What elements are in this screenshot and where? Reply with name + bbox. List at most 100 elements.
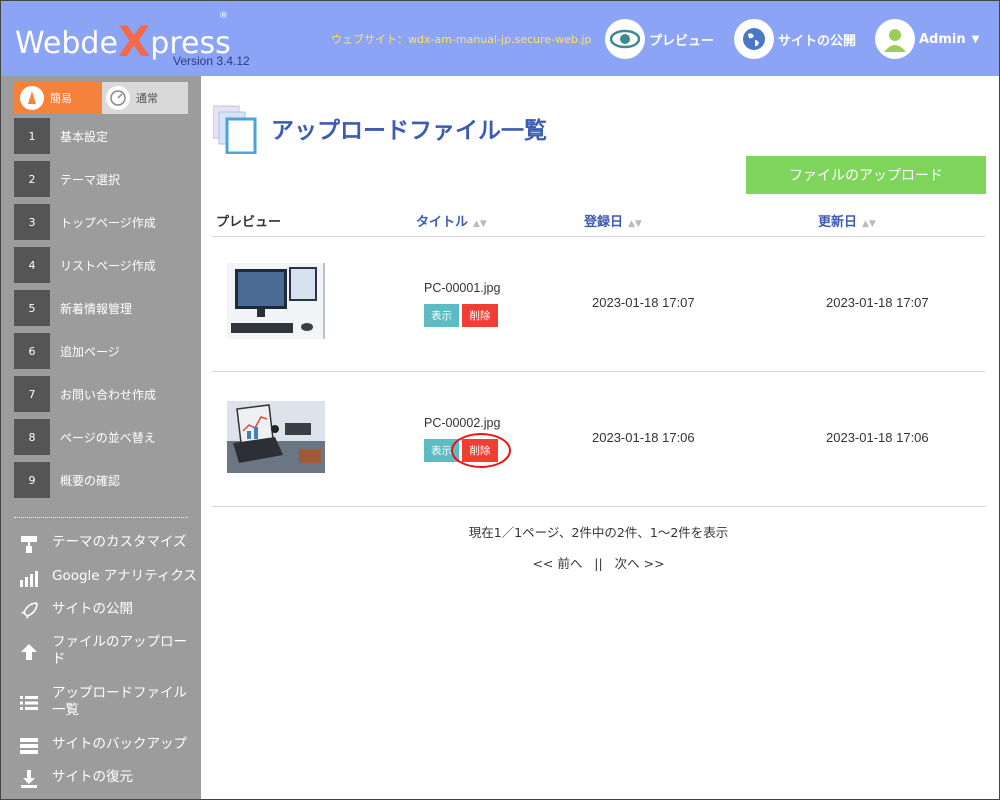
tool-uploaded-file-list[interactable]: アップロードファイル一覧: [17, 685, 197, 719]
tool-label: サイトの復元: [52, 769, 133, 785]
page-title: アップロードファイル一覧: [271, 118, 547, 144]
download-icon: [17, 769, 41, 789]
pagination-info: 現在1／1ページ、2件中の2件、1～2件を表示: [468, 525, 729, 540]
tool-google-analytics[interactable]: Google アナリティクス: [17, 568, 197, 588]
step-number: 9: [14, 462, 50, 498]
sidebar-divider: [14, 517, 188, 518]
table-row: PC-00001.jpg 表示 削除 2023-01-18 17:07 2023…: [211, 237, 986, 371]
files-icon: [213, 105, 257, 154]
updated-date: 2023-01-18 17:07: [826, 295, 929, 310]
laptop-chart-photo[interactable]: [227, 401, 325, 473]
step-number: 4: [14, 247, 50, 283]
file-name: PC-00001.jpg: [424, 281, 501, 295]
row-divider: [211, 506, 986, 507]
step-label: 新着情報管理: [60, 301, 133, 316]
admin-label: Admin: [919, 31, 966, 47]
step-number: 2: [14, 161, 50, 197]
version-label: Version 3.4.12: [173, 54, 250, 68]
column-registered-label: 登録日: [584, 215, 624, 230]
tool-label: サイトのバックアップ: [52, 736, 187, 752]
next-page-link[interactable]: 次へ >>: [615, 556, 665, 571]
step-number: 1: [14, 118, 50, 154]
column-header-title[interactable]: タイトル ▲▼: [416, 211, 487, 230]
app-window: WebdeXpress ® Version 3.4.12 ウェブサイト：wdx-…: [0, 0, 1000, 800]
file-name: PC-00002.jpg: [424, 416, 501, 430]
step-number: 7: [14, 376, 50, 412]
step-item[interactable]: 4 リストページ作成: [14, 247, 188, 283]
upload-icon: [17, 642, 41, 662]
pagination-nav: << 前へ || 次へ >>: [211, 553, 986, 572]
desktop-computer-photo[interactable]: [227, 263, 325, 339]
tool-label: テーマのカスタマイズ: [52, 534, 187, 550]
mode-easy-tab[interactable]: 簡易: [14, 82, 102, 114]
publish-button[interactable]: サイトの公開: [734, 18, 856, 60]
step-item[interactable]: 6 追加ページ: [14, 333, 188, 369]
step-item[interactable]: 7 お問い合わせ作成: [14, 376, 188, 412]
step-number: 3: [14, 204, 50, 240]
top-header: WebdeXpress ® Version 3.4.12 ウェブサイト：wdx-…: [1, 1, 999, 76]
step-label: 概要の確認: [60, 473, 121, 488]
tool-label: Google アナリティクス: [52, 568, 197, 584]
mode-easy-label: 簡易: [50, 92, 72, 105]
step-label: リストページ作成: [60, 258, 156, 273]
rocket-icon: [17, 601, 41, 621]
step-label: お問い合わせ作成: [60, 387, 157, 402]
sort-icon: ▲▼: [473, 219, 487, 229]
preview-button[interactable]: プレビュー: [605, 18, 714, 60]
step-item[interactable]: 8 ページの並べ替え: [14, 419, 188, 455]
step-number: 6: [14, 333, 50, 369]
registered-date: 2023-01-18 17:07: [592, 295, 695, 310]
tool-site-backup[interactable]: サイトのバックアップ: [17, 736, 197, 756]
bar-chart-icon: [17, 568, 41, 588]
tool-label: サイトの公開: [52, 601, 133, 617]
step-number: 8: [14, 419, 50, 455]
column-updated-label: 更新日: [818, 215, 858, 230]
tool-label: ファイルのアップロード: [52, 634, 187, 667]
eye-icon: [605, 19, 645, 59]
step-item[interactable]: 2 テーマ選択: [14, 161, 188, 197]
admin-menu[interactable]: Admin ▼: [875, 18, 979, 60]
publish-label: サイトの公開: [778, 33, 857, 49]
step-label: 追加ページ: [60, 344, 120, 359]
paint-roller-icon: [17, 534, 41, 554]
website-url[interactable]: ウェブサイト：wdx-am-manual-jp.secure-web.jp: [331, 31, 591, 47]
tool-theme-customize[interactable]: テーマのカスタマイズ: [17, 534, 197, 554]
sort-icon: ▲▼: [628, 219, 642, 229]
step-label: トップページ作成: [60, 215, 156, 230]
prev-page-link[interactable]: << 前へ: [532, 556, 582, 571]
step-item[interactable]: 9 概要の確認: [14, 462, 188, 498]
show-button[interactable]: 表示: [424, 304, 459, 327]
tool-label: アップロードファイル一覧: [52, 685, 187, 718]
step-number: 5: [14, 290, 50, 326]
chevron-down-icon: ▼: [971, 33, 980, 45]
wizard-icon: [20, 86, 44, 110]
delete-button[interactable]: 削除: [462, 304, 498, 327]
step-item[interactable]: 3 トップページ作成: [14, 204, 188, 240]
updated-date: 2023-01-18 17:06: [826, 430, 929, 445]
list-icon: [17, 693, 41, 713]
tool-site-publish[interactable]: サイトの公開: [17, 601, 197, 621]
file-upload-button[interactable]: ファイルのアップロード: [746, 156, 986, 194]
column-header-updated[interactable]: 更新日 ▲▼: [818, 211, 876, 230]
table-row: PC-00002.jpg 表示 削除 2023-01-18 17:06 2023…: [211, 372, 986, 506]
delete-highlight-circle: [451, 433, 511, 468]
globe-icon: [734, 19, 774, 59]
sidebar: 簡易 通常 1 基本設定 2 テーマ選択 3 トップページ作成 4 リストページ作成 5…: [1, 76, 201, 799]
column-title-label: タイトル: [416, 215, 469, 230]
step-item[interactable]: 5 新着情報管理: [14, 290, 188, 326]
column-header-preview: プレビュー: [216, 215, 282, 230]
gauge-icon: [106, 86, 130, 110]
step-label: 基本設定: [60, 129, 109, 144]
tool-file-upload[interactable]: ファイルのアップロード: [17, 634, 197, 668]
step-item[interactable]: 1 基本設定: [14, 118, 188, 154]
user-avatar-icon: [875, 19, 915, 59]
tool-site-restore[interactable]: サイトの復元: [17, 769, 197, 789]
mode-normal-label: 通常: [136, 92, 158, 105]
preview-label: プレビュー: [649, 33, 715, 49]
server-icon: [17, 736, 41, 756]
column-header-registered[interactable]: 登録日 ▲▼: [584, 211, 642, 230]
pager-separator: ||: [594, 556, 603, 571]
registered-mark: ®: [219, 11, 228, 21]
mode-normal-tab[interactable]: 通常: [102, 82, 188, 114]
step-label: ページの並べ替え: [60, 430, 156, 445]
